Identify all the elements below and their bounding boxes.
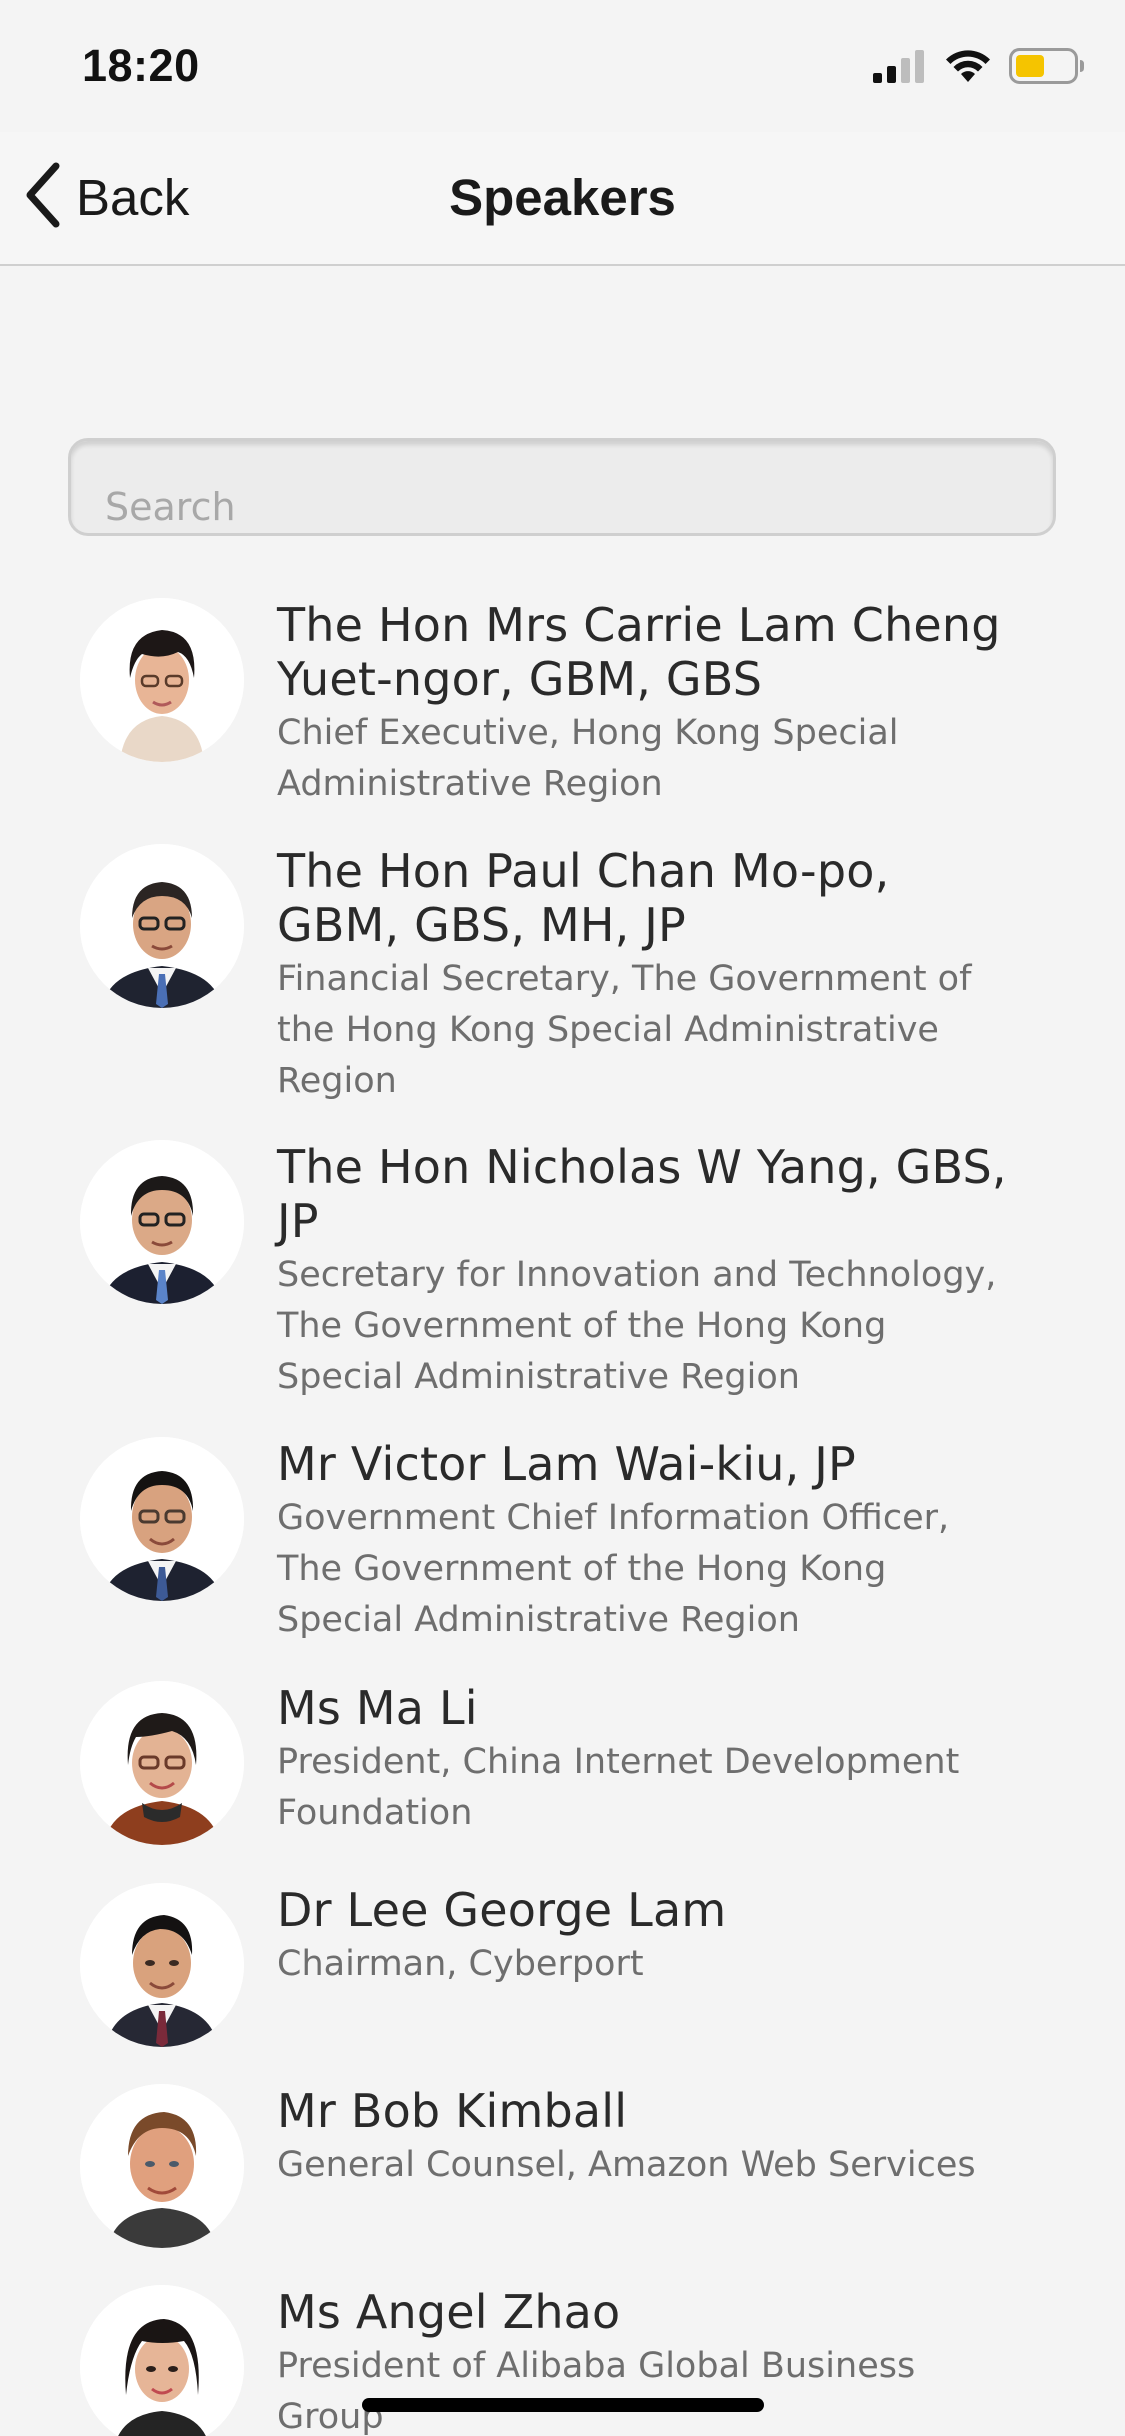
speaker-role: Secretary for Innovation and Technology,… — [277, 1255, 997, 1397]
page-title: Speakers — [449, 169, 676, 226]
speaker-name: Mr Victor Lam Wai-kiu, JP — [277, 1437, 856, 1491]
avatar — [80, 1437, 244, 1601]
avatar — [80, 1681, 244, 1845]
speaker-role: President, China Internet Development Fo… — [277, 1742, 960, 1833]
speaker-name: Dr Lee George Lam — [277, 1883, 727, 1937]
speaker-name: The Hon Mrs Carrie Lam Cheng Yuet-ngor, … — [277, 598, 1001, 706]
status-bar: 18:20 — [0, 0, 1125, 132]
speaker-role: General Counsel, Amazon Web Services — [277, 2145, 976, 2185]
speaker-text: The Hon Paul Chan Mo-po, GBM, GBS, MH, J… — [277, 844, 1017, 1107]
home-indicator — [362, 2398, 764, 2412]
speaker-role: Chairman, Cyberport — [277, 1944, 644, 1984]
status-time: 18:20 — [82, 40, 200, 91]
battery-icon — [1009, 48, 1085, 88]
speaker-text: Ms Angel Zhao President of Alibaba Globa… — [277, 2285, 1017, 2436]
avatar — [80, 1140, 244, 1304]
speaker-name: Ms Angel Zhao — [277, 2285, 621, 2339]
speaker-text: Dr Lee George Lam Chairman, Cyberport — [277, 1883, 1017, 1990]
speaker-text: The Hon Mrs Carrie Lam Cheng Yuet-ngor, … — [277, 598, 1017, 810]
speaker-list: The Hon Mrs Carrie Lam Cheng Yuet-ngor, … — [0, 0, 1125, 2436]
speaker-role: President of Alibaba Global Business Gro… — [277, 2346, 916, 2436]
avatar — [80, 2084, 244, 2248]
cellular-signal-icon — [873, 49, 927, 87]
search-input[interactable] — [105, 485, 1005, 529]
speakers-screen: 18:20 Back Speakers Search The Hon Mrs C… — [0, 0, 1125, 2436]
avatar — [80, 1883, 244, 2047]
avatar — [80, 844, 244, 1008]
status-icons — [873, 48, 1085, 88]
avatar — [80, 598, 244, 762]
wifi-icon — [945, 49, 991, 87]
speaker-role: Chief Executive, Hong Kong Special Admin… — [277, 713, 899, 804]
speaker-name: The Hon Paul Chan Mo-po, GBM, GBS, MH, J… — [277, 844, 890, 952]
speaker-role: Financial Secretary, The Government of t… — [277, 959, 972, 1101]
navigation-bar: Back Speakers — [0, 132, 1125, 266]
speaker-name: Mr Bob Kimball — [277, 2084, 628, 2138]
speaker-name: Ms Ma Li — [277, 1681, 478, 1735]
avatar — [80, 2285, 244, 2436]
speaker-role: Government Chief Information Officer, Th… — [277, 1498, 950, 1640]
speaker-text: The Hon Nicholas W Yang, GBS, JP Secreta… — [277, 1140, 1017, 1403]
speaker-text: Mr Victor Lam Wai-kiu, JP Government Chi… — [277, 1437, 1017, 1646]
speaker-name: The Hon Nicholas W Yang, GBS, JP — [277, 1140, 1007, 1248]
speaker-text: Mr Bob Kimball General Counsel, Amazon W… — [277, 2084, 1017, 2191]
search-box[interactable] — [68, 438, 1056, 536]
speaker-text: Ms Ma Li President, China Internet Devel… — [277, 1681, 1017, 1839]
